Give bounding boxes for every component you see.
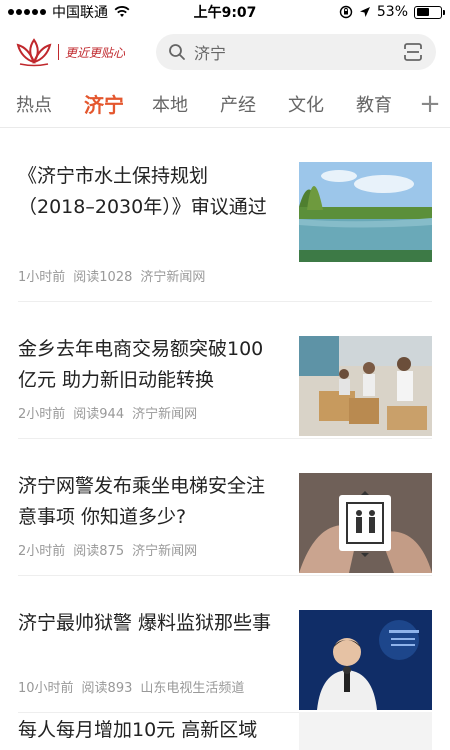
tab-jining[interactable]: 济宁 (84, 89, 152, 118)
news-item[interactable]: 济宁网警发布乘坐电梯安全注意事项 你知道多少? 2小时前 阅读875 济宁新闻网 (18, 439, 432, 576)
news-title[interactable]: 济宁最帅狱警 爆料监狱那些事 (18, 608, 280, 639)
tab-local[interactable]: 本地 (152, 91, 220, 117)
tab-list: 热点 济宁 本地 产经 文化 教育 (0, 80, 410, 127)
tab-education[interactable]: 教育 (356, 91, 410, 117)
signal-icon (8, 9, 46, 15)
news-reads: 阅读875 (73, 544, 125, 559)
news-thumbnail-lake[interactable] (299, 162, 432, 262)
location-icon (359, 7, 370, 17)
news-meta: 2小时前 阅读875 济宁新闻网 (18, 540, 197, 559)
scan-icon[interactable] (402, 41, 424, 63)
news-reads: 阅读1028 (73, 270, 133, 285)
news-thumbnail-warehouse[interactable] (299, 336, 432, 436)
tab-hot[interactable]: 热点 (16, 91, 84, 117)
news-item[interactable]: 济宁最帅狱警 爆料监狱那些事 10小时前 阅读893 山东电视生活频道 (18, 576, 432, 713)
status-bar: 中国联通 上午9:07 53% (0, 0, 450, 24)
tab-culture[interactable]: 文化 (288, 91, 356, 117)
news-meta: 10小时前 阅读893 山东电视生活频道 (18, 677, 244, 696)
news-time: 2小时前 (18, 407, 66, 422)
news-thumbnail-partial[interactable] (299, 712, 432, 750)
news-title[interactable]: 金乡去年电商交易额突破100亿元 助力新旧动能转换 (18, 334, 280, 396)
news-time: 1小时前 (18, 270, 66, 285)
app-logo[interactable]: 更近更贴心 (14, 32, 144, 72)
news-time: 10小时前 (18, 681, 74, 696)
news-source: 济宁新闻网 (140, 270, 206, 285)
news-thumbnail-elevator[interactable] (299, 473, 432, 573)
app-header: 更近更贴心 济宁 (0, 24, 450, 80)
battery-icon (414, 5, 445, 19)
news-title[interactable]: 《济宁市水土保持规划（2018–2030年）》审议通过 (18, 161, 280, 223)
wifi-icon (114, 6, 130, 17)
news-meta: 2小时前 阅读944 济宁新闻网 (18, 403, 197, 422)
news-time: 2小时前 (18, 544, 66, 559)
news-item[interactable]: 金乡去年电商交易额突破100亿元 助力新旧动能转换 2小时前 阅读944 济宁新… (18, 302, 432, 439)
news-list: 《济宁市水土保持规划（2018–2030年）》审议通过 1小时前 阅读1028 … (0, 128, 450, 713)
search-bar[interactable]: 济宁 (156, 34, 436, 70)
news-source: 济宁新闻网 (132, 544, 198, 559)
news-reads: 阅读944 (73, 407, 125, 422)
news-source: 山东电视生活频道 (140, 681, 245, 696)
logo-divider (58, 44, 59, 60)
news-title[interactable]: 济宁网警发布乘坐电梯安全注意事项 你知道多少? (18, 471, 280, 533)
news-item[interactable]: 《济宁市水土保持规划（2018–2030年）》审议通过 1小时前 阅读1028 … (18, 128, 432, 302)
orientation-lock-icon (339, 5, 353, 19)
battery-percent: 53% (376, 4, 408, 20)
search-icon (169, 44, 185, 60)
battery-level (416, 8, 429, 16)
logo-slogan: 更近更贴心 (65, 45, 126, 60)
lotus-logo-icon (16, 38, 52, 67)
add-tab-button[interactable]: + (410, 80, 450, 127)
carrier-label: 中国联通 (52, 5, 108, 21)
category-tabs: 热点 济宁 本地 产经 文化 教育 + (0, 80, 450, 128)
search-input[interactable]: 济宁 (194, 40, 402, 64)
news-source: 济宁新闻网 (132, 407, 198, 422)
news-meta: 1小时前 阅读1028 济宁新闻网 (18, 266, 205, 285)
news-reads: 阅读893 (81, 681, 133, 696)
news-thumbnail-tv-show[interactable] (299, 610, 432, 710)
news-title-partial[interactable]: 每人每月增加10元 高新区域 (18, 715, 280, 742)
tab-economy[interactable]: 产经 (220, 91, 288, 117)
